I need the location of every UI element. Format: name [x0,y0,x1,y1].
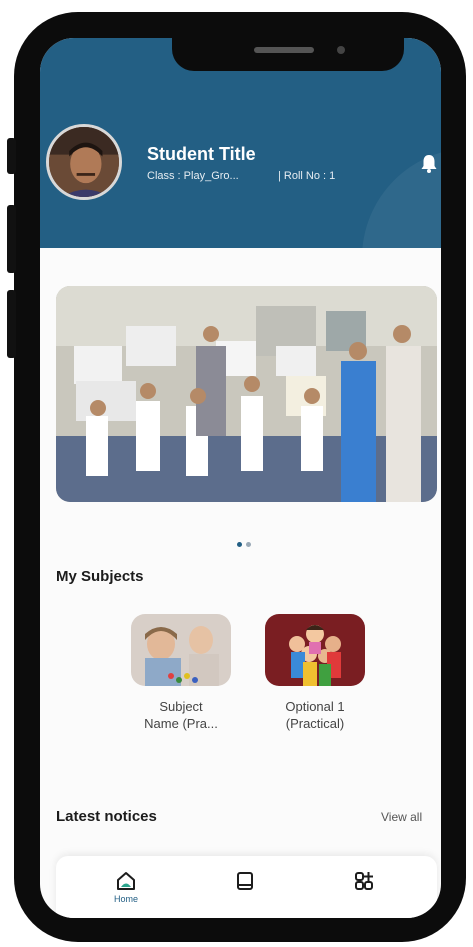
carousel-dot-active[interactable] [237,542,242,547]
student-title: Student Title [147,144,256,164]
banner-carousel[interactable] [56,286,437,502]
my-subjects-heading: My Subjects [56,568,144,585]
apps-add-icon [355,872,373,890]
view-all-link[interactable]: View all [381,810,422,824]
subject-thumbnail [131,614,231,686]
subject-label-line2: Name (Pra... [144,716,218,731]
nav-home-label: Home [113,894,138,904]
nav-apps[interactable] [334,870,394,892]
side-button-mute [7,138,16,174]
children-group-illustration [265,614,365,686]
bell-icon[interactable] [420,154,438,174]
subject-label: Subject Name (Pra... [126,698,236,732]
subject-thumbnail [265,614,365,686]
subject-label: Optional 1 (Practical) [260,698,370,732]
roll-number: | Roll No : 1 [278,170,336,182]
book-icon [237,872,253,890]
side-button-volume-down [7,290,16,358]
avatar-photo [49,127,119,197]
avatar[interactable] [46,124,122,200]
subject-card-1[interactable]: Subject Name (Pra... [126,614,236,732]
front-camera [337,46,345,54]
home-icon [117,872,135,890]
speaker [254,47,314,53]
carousel-indicator[interactable] [237,534,255,547]
nav-home[interactable]: Home [96,870,156,904]
subject-label-line1: Optional 1 [285,699,345,714]
notch [172,38,404,71]
subject-card-2[interactable]: Optional 1 (Practical) [260,614,370,732]
bottom-navigation: Home [56,856,437,918]
latest-notices-heading: Latest notices [56,808,157,825]
class-info: Class : Play_Gro... [147,170,239,182]
child-playing-photo [131,614,231,686]
banner-photo [56,286,437,502]
side-button-volume-up [7,205,16,273]
nav-books[interactable] [215,870,275,892]
subject-label-line1: Subject [159,699,203,714]
app-screen: Student Title Class : Play_Gro... | Roll… [40,38,441,918]
carousel-dot[interactable] [246,542,251,547]
subject-label-line2: (Practical) [285,716,345,731]
